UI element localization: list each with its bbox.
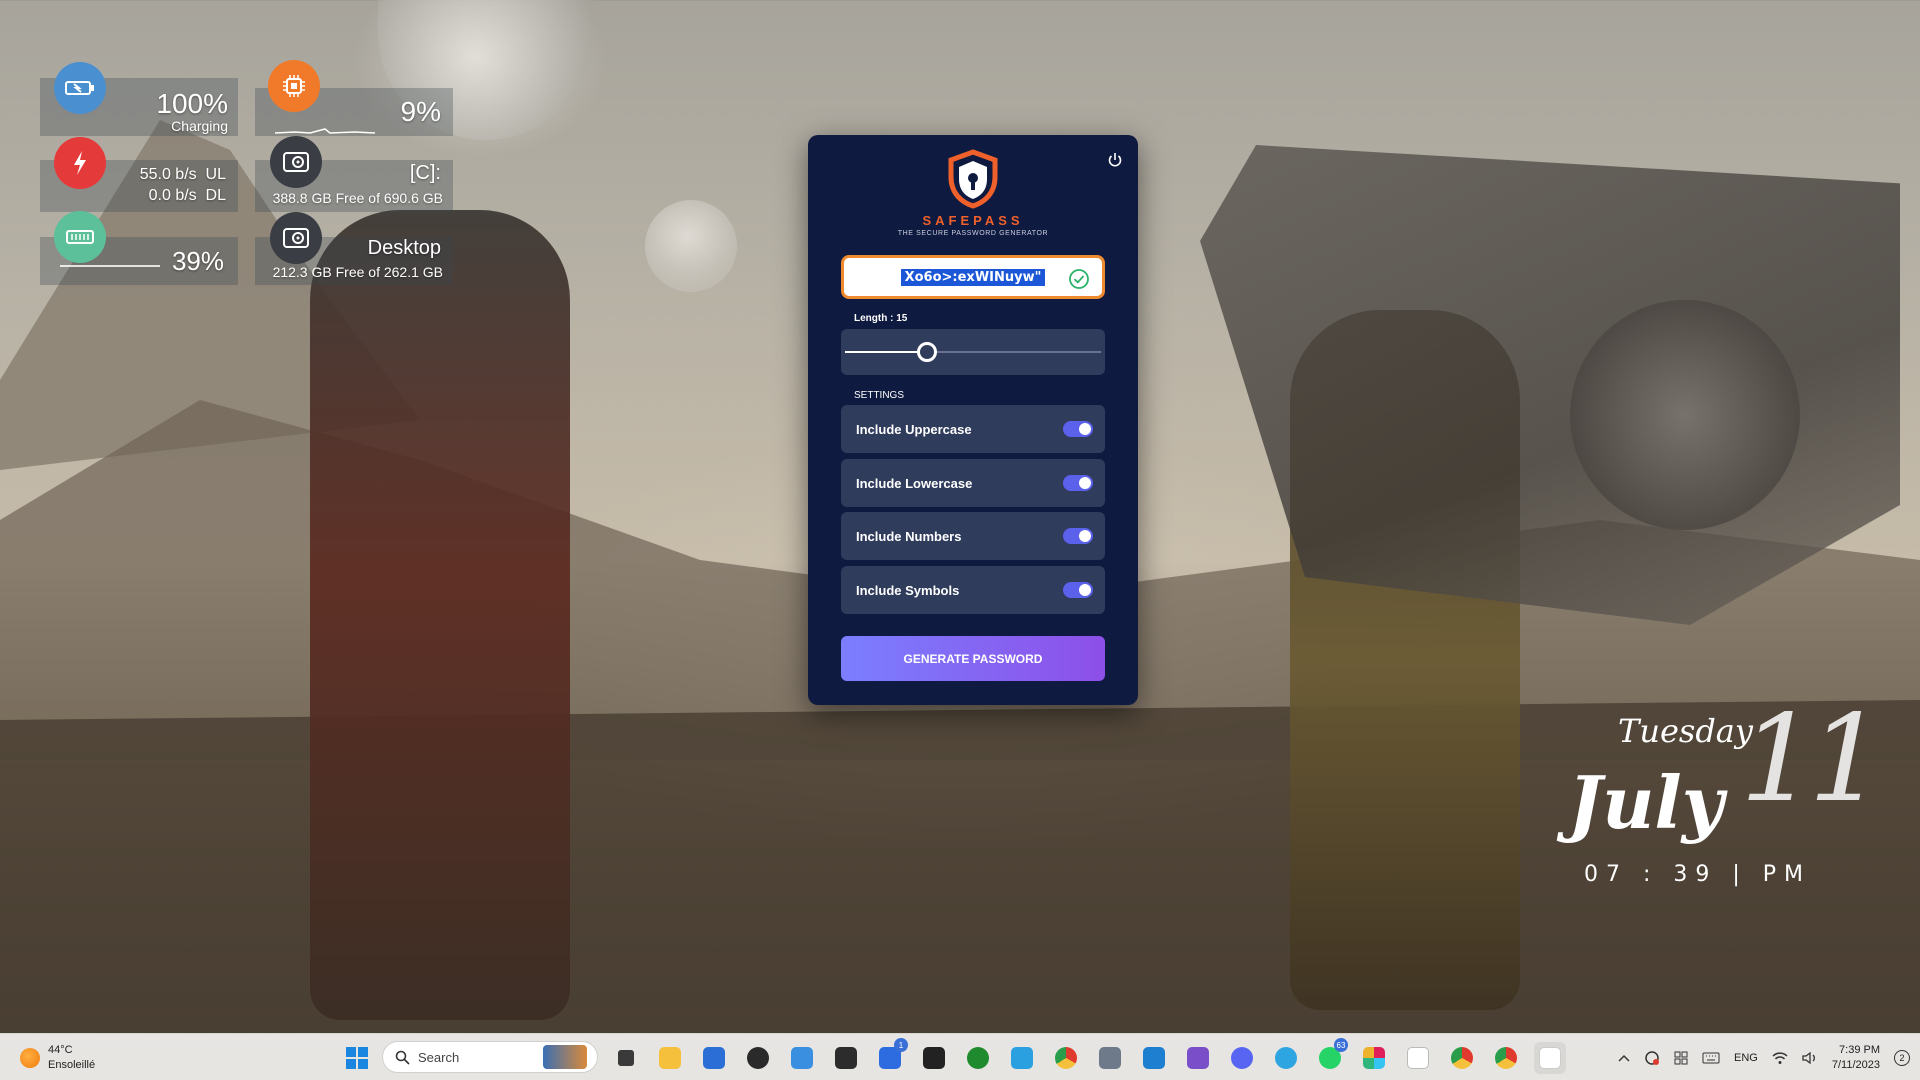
safepass-window: SAFEPASS THE SECURE PASSWORD GENERATOR X… (808, 135, 1138, 705)
ship-window (1570, 300, 1800, 530)
cpu-value: 9% (400, 96, 441, 127)
search-highlight-icon (543, 1045, 587, 1069)
disk-c-title: [C]: (409, 162, 441, 184)
system-tray: ENG 7:39 PM 7/11/2023 2 (1618, 1034, 1910, 1080)
wifi-icon[interactable] (1772, 1051, 1788, 1065)
check-circle-icon[interactable] (1068, 268, 1090, 290)
disk-c-free: 388.8 GB Free of 690.6 GB (272, 190, 443, 206)
settings-heading: SETTINGS (854, 390, 905, 401)
battery-icon (54, 62, 106, 114)
generate-password-button[interactable]: GENERATE PASSWORD (841, 636, 1105, 681)
search-placeholder: Search (418, 1049, 460, 1065)
clock-date: 11 (1740, 690, 1885, 829)
clock-month: July (1568, 760, 1724, 845)
taskbar-time: 7:39 PM (1839, 1043, 1880, 1056)
chrome-icon[interactable] (1050, 1042, 1082, 1074)
start-button[interactable] (346, 1047, 368, 1069)
xbox-icon[interactable] (962, 1042, 994, 1074)
terminal-icon[interactable] (918, 1042, 950, 1074)
network-upload: 55.0 b/s UL (139, 166, 226, 183)
file-icon[interactable] (1402, 1042, 1434, 1074)
weather-desc: Ensoleillé (48, 1059, 96, 1071)
length-slider[interactable] (841, 329, 1105, 375)
grid-icon[interactable] (1674, 1051, 1688, 1065)
search-box[interactable]: Search (382, 1041, 598, 1073)
sun-icon (20, 1048, 40, 1068)
disk-desktop-free: 212.3 GB Free of 262.1 GB (272, 264, 443, 280)
password-field[interactable]: Xo6o>:exWINuyw" (841, 255, 1105, 299)
taskbar-date: 7/11/2023 (1831, 1058, 1880, 1071)
setting-label: Include Numbers (856, 528, 962, 544)
app-brand: SAFEPASS (922, 213, 1024, 228)
language-indicator[interactable]: ENG (1734, 1052, 1758, 1064)
setting-numbers: Include Numbers (841, 512, 1105, 560)
ram-bar (60, 265, 160, 267)
setting-label: Include Lowercase (856, 475, 973, 491)
network-icon (54, 137, 106, 189)
weather-temp: 44°C (48, 1044, 73, 1056)
ram-value: 39% (171, 246, 224, 276)
drive-icon (270, 212, 322, 264)
pinned-apps: 1 63 (610, 1038, 1566, 1074)
disk-desktop-title: Desktop (367, 237, 441, 259)
slack-icon[interactable] (1358, 1042, 1390, 1074)
setting-uppercase: Include Uppercase (841, 405, 1105, 453)
file-explorer-icon[interactable] (654, 1042, 686, 1074)
setting-label: Include Symbols (856, 582, 960, 598)
todo-icon[interactable]: 1 (874, 1038, 908, 1074)
length-label: Length : 15 (854, 313, 908, 324)
clock-time: 07 : 39 | PM (1584, 862, 1812, 887)
chrome-profile-icon[interactable] (1490, 1042, 1522, 1074)
keyboard-icon[interactable] (1702, 1052, 1720, 1064)
volume-icon[interactable] (1802, 1051, 1818, 1065)
whatsapp-icon[interactable]: 63 (1314, 1038, 1348, 1074)
password-value[interactable]: Xo6o>:exWINuyw" (900, 268, 1046, 286)
uppercase-toggle[interactable] (1063, 421, 1093, 437)
chrome-profile-icon[interactable] (1446, 1042, 1478, 1074)
cpu-graph (275, 128, 376, 134)
chat-icon[interactable] (1006, 1042, 1038, 1074)
task-view-icon[interactable] (610, 1042, 642, 1074)
setting-symbols: Include Symbols (841, 566, 1105, 614)
taskbar: 44°C Ensoleillé Search 1 63 ENG 7:39 PM … (0, 1033, 1920, 1080)
ram-icon (54, 211, 106, 263)
cpu-icon (268, 60, 320, 112)
weather-widget[interactable]: 44°C Ensoleillé (20, 1043, 95, 1073)
figure-left (310, 210, 570, 1020)
chevron-up-icon[interactable] (1618, 1054, 1630, 1062)
notification-badge[interactable]: 2 (1894, 1049, 1910, 1066)
todo-badge: 1 (894, 1038, 908, 1052)
numbers-toggle[interactable] (1063, 528, 1093, 544)
shield-lock-icon (948, 149, 998, 209)
media-player-icon[interactable] (742, 1042, 774, 1074)
slider-fill (845, 351, 927, 353)
battery-value: 100% (156, 88, 228, 119)
whatsapp-badge: 63 (1334, 1038, 1348, 1052)
lowercase-toggle[interactable] (1063, 475, 1093, 491)
network-download: 0.0 b/s DL (148, 187, 226, 204)
safepass-app-icon[interactable] (1534, 1042, 1566, 1074)
search-icon (395, 1050, 410, 1065)
calculator-icon[interactable] (1094, 1042, 1126, 1074)
symbols-toggle[interactable] (1063, 582, 1093, 598)
notepad-icon[interactable] (786, 1042, 818, 1074)
store-icon[interactable] (698, 1042, 730, 1074)
setting-label: Include Uppercase (856, 421, 972, 437)
app-tagline: THE SECURE PASSWORD GENERATOR (897, 230, 1049, 237)
taskbar-clock[interactable]: 7:39 PM 7/11/2023 (1832, 1043, 1880, 1073)
slider-thumb[interactable] (916, 342, 937, 362)
nvidia-icon[interactable] (830, 1042, 862, 1074)
setting-lowercase: Include Lowercase (841, 459, 1105, 507)
vscode-icon[interactable] (1138, 1042, 1170, 1074)
visual-studio-icon[interactable] (1182, 1042, 1214, 1074)
telegram-icon[interactable] (1270, 1042, 1302, 1074)
app-logo: SAFEPASS THE SECURE PASSWORD GENERATOR (808, 149, 1138, 237)
clock-day: Tuesday (1618, 712, 1753, 750)
sync-icon[interactable] (1644, 1050, 1660, 1066)
battery-status: Charging (171, 118, 228, 134)
discord-icon[interactable] (1226, 1042, 1258, 1074)
drive-icon (270, 136, 322, 188)
